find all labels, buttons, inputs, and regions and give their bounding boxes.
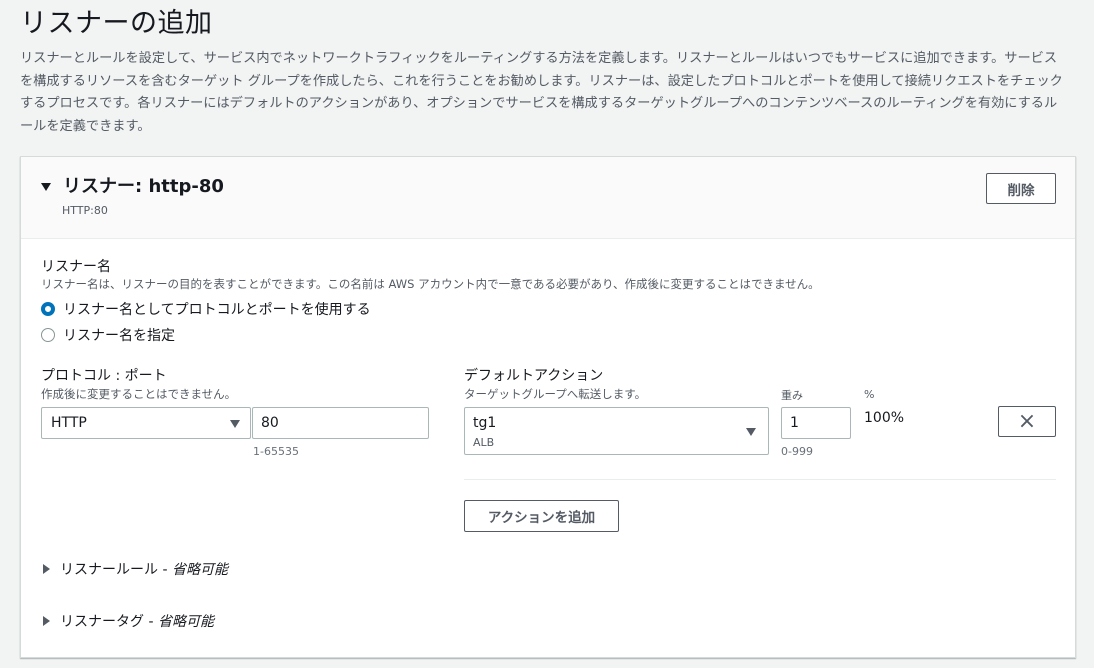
protocol-value: HTTP: [51, 415, 87, 431]
port-range-hint: 1-65535: [253, 445, 299, 458]
percent-label: %: [864, 388, 875, 401]
delete-button[interactable]: 削除: [986, 173, 1056, 204]
protocol-select[interactable]: HTTP: [41, 407, 251, 439]
default-action-label: デフォルトアクション: [464, 368, 604, 384]
close-icon[interactable]: ×: [998, 406, 1056, 437]
divider: [464, 479, 1056, 480]
listener-name-label: リスナー名: [41, 259, 111, 275]
radio-label: リスナー名としてプロトコルとポートを使用する: [63, 302, 371, 318]
listener-rules-label: リスナールール -: [60, 562, 172, 578]
listener-rules-optional: 省略可能: [171, 562, 228, 578]
collapse-caret-icon[interactable]: [41, 183, 51, 191]
listener-rules-expander[interactable]: リスナールール - 省略可能: [43, 559, 228, 579]
protocol-port-label: プロトコル : ポート: [41, 368, 167, 384]
radio-specify-name[interactable]: リスナー名を指定: [41, 325, 175, 345]
target-group-select[interactable]: tg1 ALB: [464, 407, 769, 455]
listener-tags-expander[interactable]: リスナータグ - 省略可能: [43, 611, 214, 631]
port-input[interactable]: 80: [252, 407, 429, 439]
caret-right-icon: [43, 564, 50, 574]
weight-input[interactable]: 1: [781, 407, 851, 439]
listener-name-hint: リスナー名は、リスナーの目的を表すことができます。この名前は AWS アカウント…: [41, 277, 820, 291]
protocol-port-hint: 作成後に変更することはできません。: [41, 387, 237, 401]
page-title: リスナーの追加: [20, 8, 213, 39]
weight-range-hint: 0-999: [781, 445, 813, 458]
listener-tags-label: リスナータグ -: [60, 614, 158, 630]
chevron-down-icon: [746, 428, 756, 436]
radio-use-protocol-port[interactable]: リスナー名としてプロトコルとポートを使用する: [41, 299, 371, 319]
chevron-down-icon: [230, 420, 240, 428]
listener-title: リスナー: http-80: [63, 176, 224, 197]
listener-subtitle: HTTP:80: [62, 204, 108, 217]
target-group-value: tg1: [473, 415, 497, 431]
add-action-button[interactable]: アクションを追加: [464, 500, 619, 532]
radio-label: リスナー名を指定: [63, 328, 175, 344]
page-description: リスナーとルールを設定して、サービス内でネットワークトラフィックをルーティングす…: [20, 51, 1063, 134]
radio-checked-icon[interactable]: [41, 302, 55, 316]
listener-card: リスナー: http-80 HTTP:80 削除 リスナー名 リスナー名は、リス…: [20, 156, 1076, 658]
weight-label: 重み: [781, 389, 803, 402]
default-action-hint: ターゲットグループへ転送します。: [464, 387, 647, 401]
listener-tags-optional: 省略可能: [157, 614, 214, 630]
percent-value: 100%: [864, 410, 905, 426]
radio-unchecked-icon[interactable]: [41, 328, 55, 342]
caret-right-icon: [43, 616, 50, 626]
target-group-type: ALB: [473, 436, 495, 449]
listener-card-header: リスナー: http-80 HTTP:80 削除: [21, 157, 1075, 239]
